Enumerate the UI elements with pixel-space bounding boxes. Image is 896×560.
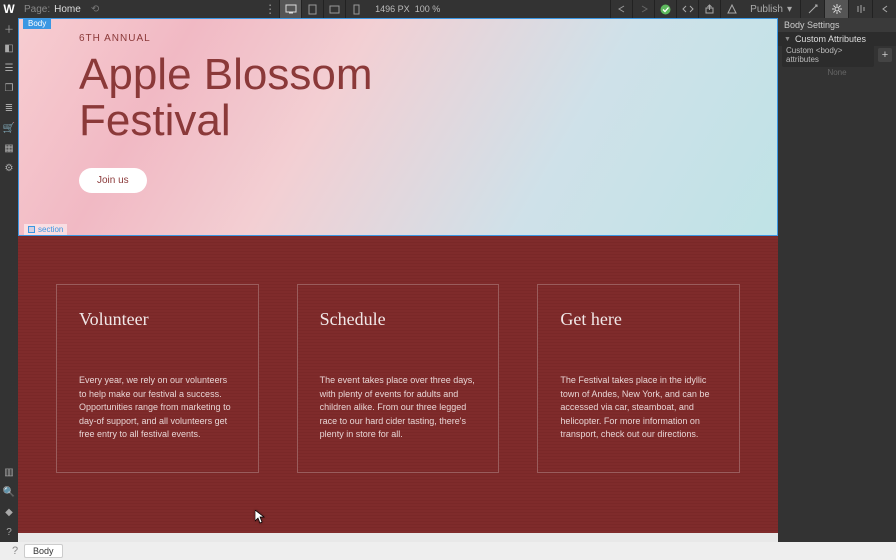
symbols-button[interactable]: ◧: [0, 38, 18, 58]
status-ok-icon[interactable]: [654, 0, 676, 18]
interactions-panel-tab[interactable]: [848, 0, 872, 18]
publish-button[interactable]: Publish▾: [742, 4, 800, 15]
page-name[interactable]: Home: [54, 4, 81, 15]
design-canvas[interactable]: Body 6TH ANNUAL Apple BlossomFestival Jo…: [18, 18, 778, 542]
add-attribute-button[interactable]: +: [878, 48, 892, 62]
left-toolbar: ＋ ◧ ☰ ❐ ≣ 🛒 ▦ ⚙ ▥ 🔍 ◆ ?: [0, 18, 18, 542]
redo-button[interactable]: [632, 0, 654, 18]
device-tablet-button[interactable]: [301, 0, 323, 18]
hero-kicker[interactable]: 6TH ANNUAL: [79, 33, 777, 44]
webflow-logo-icon[interactable]: W: [0, 0, 18, 18]
section-icon: [28, 226, 35, 233]
page-label: Page:: [24, 4, 50, 15]
help-button[interactable]: ?: [0, 522, 18, 542]
breadcrumb-bar: ? Body: [0, 542, 896, 560]
navigator-button[interactable]: ☰: [0, 58, 18, 78]
breadcrumb-body[interactable]: Body: [24, 544, 63, 558]
audit-button[interactable]: ◆: [0, 502, 18, 522]
collapse-tri-icon: ▼: [784, 36, 791, 43]
ecommerce-button[interactable]: 🛒: [0, 118, 18, 138]
device-desktop-button[interactable]: [279, 0, 301, 18]
card-schedule[interactable]: Schedule The event takes place over thre…: [297, 284, 500, 473]
cards-section[interactable]: Volunteer Every year, we rely on our vol…: [18, 236, 778, 533]
card-body[interactable]: The Festival takes place in the idyllic …: [560, 374, 717, 442]
card-volunteer[interactable]: Volunteer Every year, we rely on our vol…: [56, 284, 259, 473]
attrs-empty-text: None: [778, 64, 896, 81]
more-menu-icon[interactable]: ⋮: [261, 2, 279, 16]
hero-title[interactable]: Apple BlossomFestival: [79, 52, 777, 144]
add-element-button[interactable]: ＋: [0, 18, 18, 38]
share-button[interactable]: [698, 0, 720, 18]
card-body[interactable]: The event takes place over three days, w…: [320, 374, 477, 442]
device-tablet-portrait-button[interactable]: [323, 0, 345, 18]
selection-tag[interactable]: Body: [23, 18, 51, 29]
cms-button[interactable]: ≣: [0, 98, 18, 118]
top-toolbar: W Page: Home ⟲ ⋮ 1496 PX 100 % Publish▾: [0, 0, 896, 18]
card-get-here[interactable]: Get here The Festival takes place in the…: [537, 284, 740, 473]
pages-button[interactable]: ❐: [0, 78, 18, 98]
card-body[interactable]: Every year, we rely on our volunteers to…: [79, 374, 236, 442]
settings-panel-tab[interactable]: [824, 0, 848, 18]
refresh-icon[interactable]: ⟲: [91, 4, 99, 15]
panel-header: Body Settings: [778, 18, 896, 32]
chevron-down-icon: ▾: [787, 4, 792, 15]
settings-button[interactable]: ⚙: [0, 158, 18, 178]
tutorials-button[interactable]: ▥: [0, 462, 18, 482]
card-title[interactable]: Get here: [560, 309, 717, 330]
hero-section[interactable]: 6TH ANNUAL Apple BlossomFestival Join us…: [18, 18, 778, 236]
code-export-button[interactable]: [676, 0, 698, 18]
style-panel-tab[interactable]: [800, 0, 824, 18]
card-title[interactable]: Schedule: [320, 309, 477, 330]
canvas-dimensions: 1496 PX 100 %: [375, 4, 440, 14]
device-mobile-button[interactable]: [345, 0, 367, 18]
undo-button[interactable]: [610, 0, 632, 18]
hover-element-tag[interactable]: section: [24, 224, 67, 235]
join-us-button[interactable]: Join us: [79, 168, 147, 193]
card-title[interactable]: Volunteer: [79, 309, 236, 330]
assets-button[interactable]: ▦: [0, 138, 18, 158]
help-corner-icon[interactable]: ?: [6, 542, 24, 560]
search-button[interactable]: 🔍: [0, 482, 18, 502]
preview-button[interactable]: [720, 0, 742, 18]
collapse-panel-button[interactable]: [872, 0, 896, 18]
settings-panel: Body Settings ▼ Custom Attributes Custom…: [778, 18, 896, 542]
